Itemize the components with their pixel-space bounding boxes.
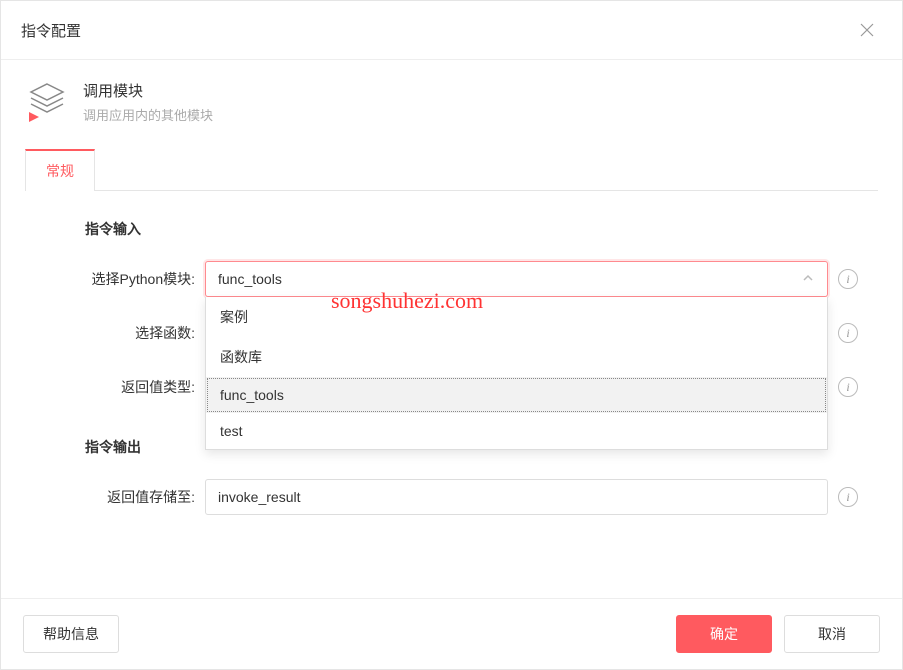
label-python-module: 选择Python模块: xyxy=(45,269,205,289)
info-icon[interactable]: i xyxy=(838,323,858,343)
dialog-body: 调用模块 调用应用内的其他模块 常规 指令输入 选择Python模块: i 案例… xyxy=(1,60,902,598)
module-icon xyxy=(25,80,69,124)
row-python-module: 选择Python模块: i 案例 函数库 func_tools test xyxy=(45,261,858,297)
section-input-title: 指令输入 xyxy=(85,219,858,239)
close-icon xyxy=(859,22,875,38)
label-function: 选择函数: xyxy=(45,323,205,343)
info-icon[interactable]: i xyxy=(838,377,858,397)
module-description: 调用应用内的其他模块 xyxy=(83,105,213,124)
info-icon[interactable]: i xyxy=(838,487,858,507)
input-return-store[interactable] xyxy=(205,479,828,515)
tabs: 常规 xyxy=(25,148,878,191)
ok-button[interactable]: 确定 xyxy=(676,615,772,653)
dropdown-item[interactable]: func_tools xyxy=(206,377,827,413)
label-return-store: 返回值存储至: xyxy=(45,487,205,507)
row-return-store: 返回值存储至: i xyxy=(45,479,858,515)
dropdown-item[interactable]: 案例 xyxy=(206,297,827,337)
dialog-footer: 帮助信息 确定 取消 xyxy=(1,598,902,669)
module-header: 调用模块 调用应用内的其他模块 xyxy=(25,80,878,124)
label-return-type: 返回值类型: xyxy=(45,377,205,397)
input-python-module[interactable] xyxy=(205,261,828,297)
help-button[interactable]: 帮助信息 xyxy=(23,615,119,653)
form-area: 指令输入 选择Python模块: i 案例 函数库 func_tools tes… xyxy=(25,191,878,553)
module-title: 调用模块 xyxy=(83,80,213,101)
dialog-title: 指令配置 xyxy=(21,20,81,41)
info-icon[interactable]: i xyxy=(838,269,858,289)
dropdown-item[interactable]: test xyxy=(206,413,827,449)
close-button[interactable] xyxy=(852,15,882,45)
dialog-header: 指令配置 xyxy=(1,1,902,60)
cancel-button[interactable]: 取消 xyxy=(784,615,880,653)
dropdown-python-module: 案例 函数库 func_tools test xyxy=(205,297,828,450)
dropdown-item[interactable]: 函数库 xyxy=(206,337,827,377)
tab-general[interactable]: 常规 xyxy=(25,149,95,191)
